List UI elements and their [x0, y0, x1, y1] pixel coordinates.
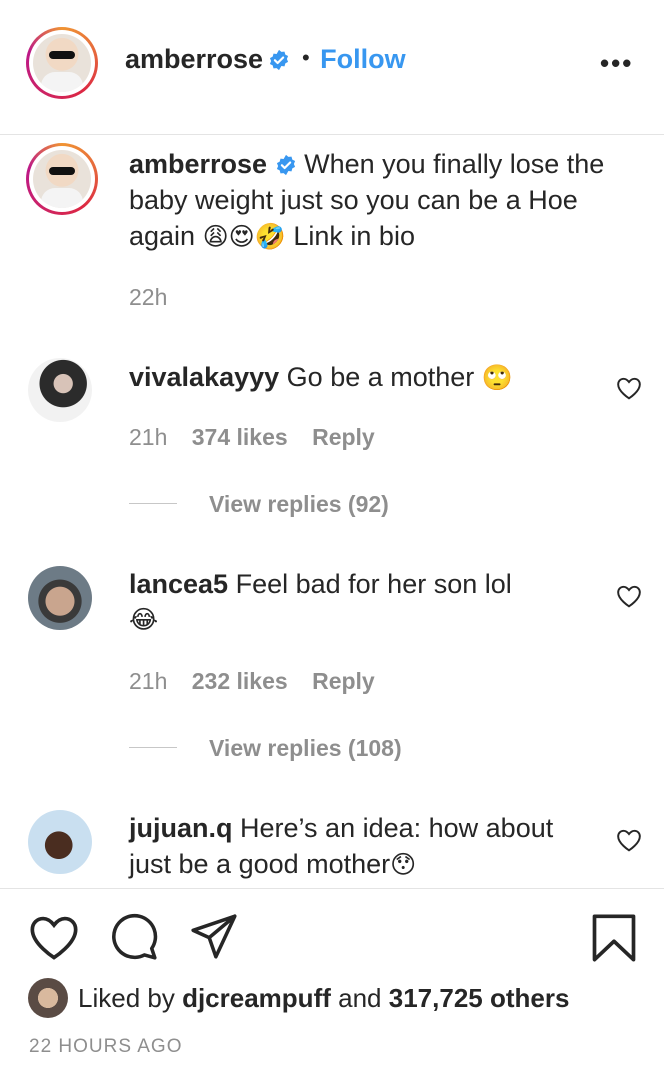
comment-avatar[interactable]: [28, 566, 92, 630]
caption-username[interactable]: amberrose: [129, 149, 267, 179]
comment-avatar[interactable]: [28, 358, 92, 422]
bookmark-icon[interactable]: [590, 912, 638, 964]
heart-eyes-emoji: 😍: [228, 222, 255, 251]
comment-avatar[interactable]: [28, 810, 92, 874]
comment-body: lancea5 Feel bad for her son lol 😂: [129, 566, 512, 638]
heart-icon[interactable]: [28, 913, 80, 961]
header-user: amberrose • Follow: [125, 44, 406, 75]
likes-prefix: Liked by: [78, 983, 175, 1013]
likes-user[interactable]: djcreampuff: [182, 983, 331, 1013]
header-separator: •: [301, 45, 310, 70]
more-options-icon[interactable]: •••: [600, 48, 633, 79]
comment-time: 21h: [129, 424, 168, 450]
reply-button[interactable]: Reply: [312, 668, 375, 694]
caption-link-text: Link in bio: [293, 221, 415, 251]
comment-body: jujuan.q Here’s an idea: how about just …: [129, 810, 553, 883]
likes-summary[interactable]: Liked by djcreampuff and 317,725 others: [78, 983, 569, 1014]
post-timestamp: 22 HOURS AGO: [29, 1036, 183, 1057]
verified-badge-icon: [276, 154, 295, 176]
caption-time: 22h: [129, 284, 168, 310]
caption-text-line2: baby weight just so you can be a Hoe: [129, 185, 578, 215]
action-bar-divider: [0, 888, 664, 889]
comment-text-line2: just be a good mother: [129, 849, 391, 879]
rofl-emoji: 🤣: [254, 222, 286, 251]
comment-likes[interactable]: 374 likes: [192, 424, 288, 450]
eye-roll-emoji: 🙄: [481, 363, 513, 392]
header-username[interactable]: amberrose: [125, 44, 263, 74]
caption: amberrose When you finally lose the baby…: [129, 146, 649, 255]
comment-username[interactable]: lancea5: [129, 569, 228, 599]
view-replies-link[interactable]: View replies (92): [209, 491, 389, 518]
comment-like-heart-icon[interactable]: [616, 376, 642, 400]
send-icon[interactable]: [188, 912, 240, 962]
weary-emoji: 😩: [202, 222, 229, 251]
liker-avatar[interactable]: [28, 978, 68, 1018]
comment-text: Feel bad for her son lol: [235, 569, 512, 599]
author-avatar[interactable]: [26, 27, 98, 99]
caption-text-line3: again: [129, 221, 196, 251]
comment-time: 21h: [129, 668, 168, 694]
comment-username[interactable]: jujuan.q: [129, 813, 233, 843]
comment-likes[interactable]: 232 likes: [192, 668, 288, 694]
likes-and: and: [338, 983, 382, 1013]
comment-like-heart-icon[interactable]: [616, 584, 642, 608]
follow-button[interactable]: Follow: [320, 44, 405, 74]
comment-meta: 21h 232 likes Reply: [129, 668, 375, 695]
replies-divider: [129, 747, 177, 748]
comment-icon[interactable]: [108, 912, 160, 962]
comment-username[interactable]: vivalakayyy: [129, 362, 279, 392]
caption-text-line1: When you finally lose the: [304, 149, 605, 179]
hushed-emoji: 😯: [390, 850, 417, 879]
replies-divider: [129, 503, 177, 504]
comment-meta: 21h 374 likes Reply: [129, 424, 375, 451]
likes-others[interactable]: 317,725 others: [389, 983, 570, 1013]
reply-button[interactable]: Reply: [312, 424, 375, 450]
post-header: amberrose • Follow •••: [0, 0, 664, 135]
comment-text: Here’s an idea: how about: [240, 813, 554, 843]
comment-like-heart-icon[interactable]: [616, 828, 642, 852]
caption-avatar[interactable]: [26, 143, 98, 215]
verified-badge-icon: [269, 49, 288, 71]
comment-text: Go be a mother: [286, 362, 475, 392]
view-replies-link[interactable]: View replies (108): [209, 735, 402, 762]
joy-emoji: 😂: [129, 605, 159, 634]
comment-body: vivalakayyy Go be a mother 🙄: [129, 359, 513, 396]
